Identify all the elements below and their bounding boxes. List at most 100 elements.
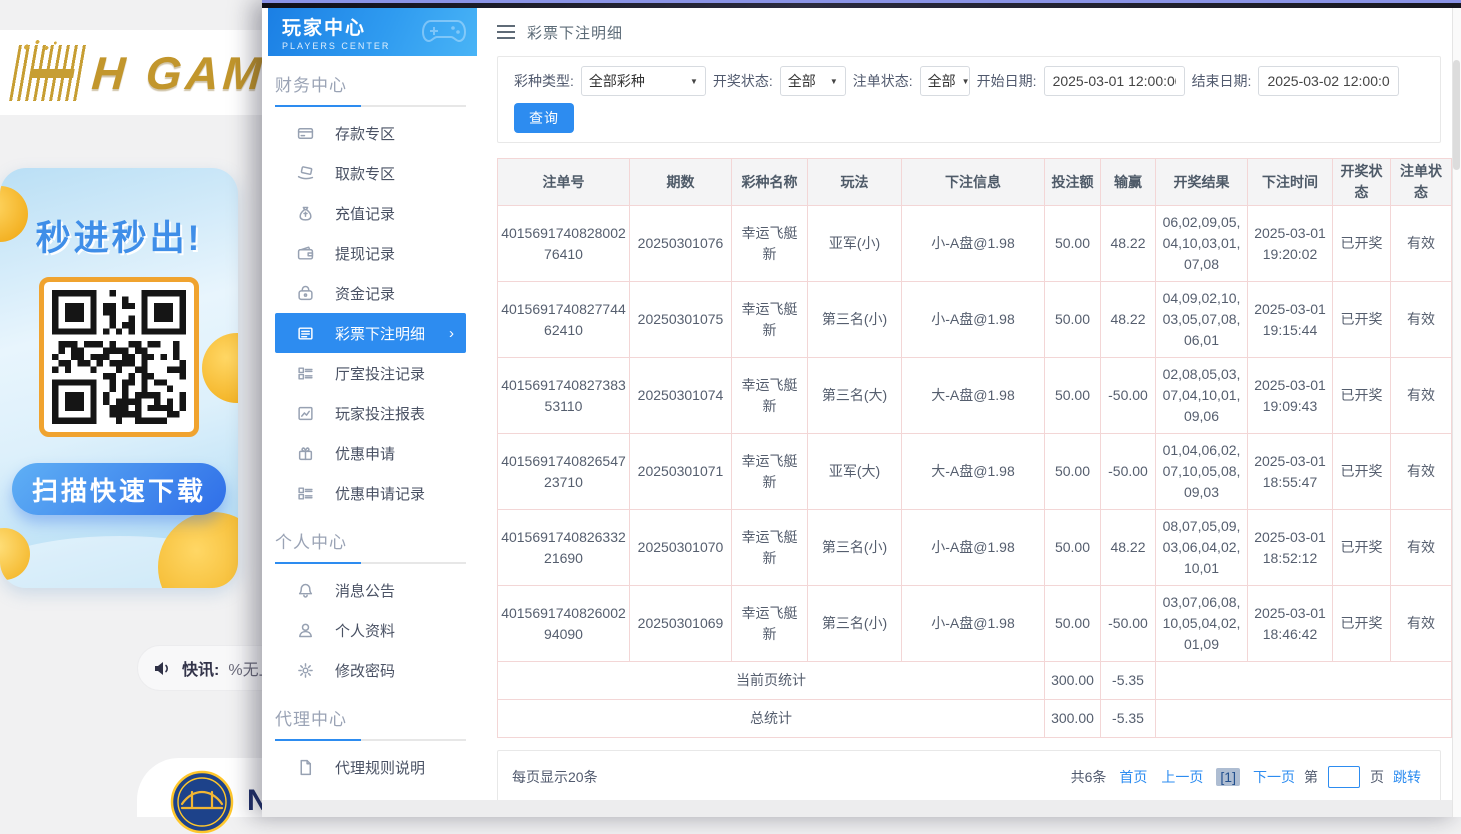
qr-code bbox=[39, 277, 199, 437]
end-date-label: 结束日期: bbox=[1192, 71, 1252, 91]
search-button[interactable]: 查询 bbox=[514, 103, 574, 133]
sidebar-item-purse[interactable]: 资金记录 bbox=[275, 273, 466, 313]
sidebar-section-title: 代理中心 bbox=[275, 705, 466, 730]
money-bag-icon bbox=[297, 205, 314, 222]
sidebar: 玩家中心 PLAYERS CENTER 财务中心存款专区取款专区充值记录提现记录… bbox=[262, 8, 477, 800]
bet-cell: 已开奖 bbox=[1333, 434, 1391, 510]
bet-cell: 有效 bbox=[1391, 586, 1452, 662]
draw-status-select[interactable]: 全部 ▼ bbox=[780, 66, 846, 96]
bet-cell: 2025-03-01 19:15:44 bbox=[1248, 282, 1333, 358]
summary-bet-total: 300.00 bbox=[1045, 700, 1101, 738]
purse-icon bbox=[297, 285, 314, 302]
bet-cell: 50.00 bbox=[1045, 358, 1101, 434]
sidebar-item-money-bag[interactable]: 充值记录 bbox=[275, 193, 466, 233]
content-topbar: 彩票下注明细 bbox=[497, 8, 1441, 56]
bet-cell: 亚军(小) bbox=[808, 206, 902, 282]
summary-row: 当前页统计300.00-5.35 bbox=[498, 662, 1452, 700]
bet-status-select[interactable]: 全部 ▼ bbox=[920, 66, 970, 96]
summary-row: 总统计300.00-5.35 bbox=[498, 700, 1452, 738]
summary-empty bbox=[1156, 700, 1452, 738]
bet-cell: 48.22 bbox=[1101, 282, 1156, 358]
gear-icon bbox=[297, 662, 314, 679]
sidebar-item-hall-list[interactable]: 厅室投注记录 bbox=[275, 353, 466, 393]
sidebar-item-document[interactable]: 代理规则说明 bbox=[275, 747, 466, 787]
wallet-icon bbox=[297, 245, 314, 262]
prev-page-link[interactable]: 上一页 bbox=[1161, 767, 1203, 787]
bet-cell: 已开奖 bbox=[1333, 206, 1391, 282]
sidebar-item-bet-list[interactable]: 彩票下注明细› bbox=[275, 313, 466, 353]
sidebar-section-title: 个人中心 bbox=[275, 528, 466, 553]
start-date-input[interactable] bbox=[1044, 66, 1185, 96]
column-header: 注单号 bbox=[498, 159, 630, 206]
sidebar-item-label: 消息公告 bbox=[335, 580, 395, 601]
bet-cell: 401569174082633221690 bbox=[498, 510, 630, 586]
bet-cell: 20250301070 bbox=[630, 510, 732, 586]
promo-list-icon bbox=[297, 485, 314, 502]
current-page-badge: [1] bbox=[1216, 768, 1240, 786]
menu-toggle-icon[interactable] bbox=[497, 25, 515, 39]
sidebar-item-label: 存款专区 bbox=[335, 123, 395, 144]
sidebar-item-newspaper[interactable]: 代理团队统计 bbox=[275, 787, 466, 800]
top-band bbox=[262, 0, 1461, 8]
bet-cell: 02,08,05,03,07,04,10,01,09,06 bbox=[1156, 358, 1248, 434]
bet-cell: 幸运飞艇新 bbox=[732, 510, 808, 586]
jump-page-input[interactable] bbox=[1328, 766, 1360, 788]
bet-cell: 有效 bbox=[1391, 206, 1452, 282]
chevron-down-icon: ▼ bbox=[830, 77, 838, 86]
bet-cell: 20250301076 bbox=[630, 206, 732, 282]
bet-row: 40156917408263322169020250301070幸运飞艇新第三名… bbox=[498, 510, 1452, 586]
total-count: 共6条 bbox=[1071, 767, 1107, 787]
hall-list-icon bbox=[297, 365, 314, 382]
bet-cell: 401569174082774462410 bbox=[498, 282, 630, 358]
summary-winloss-total: -5.35 bbox=[1101, 700, 1156, 738]
bet-cell: 小-A盘@1.98 bbox=[902, 282, 1045, 358]
bet-cell: 50.00 bbox=[1045, 206, 1101, 282]
bet-cell: 有效 bbox=[1391, 358, 1452, 434]
column-header: 输赢 bbox=[1101, 159, 1156, 206]
sidebar-item-deposit-card[interactable]: 存款专区 bbox=[275, 113, 466, 153]
bet-row: 40156917408280027641020250301076幸运飞艇新亚军(… bbox=[498, 206, 1452, 282]
scrollbar-thumb[interactable] bbox=[1453, 60, 1460, 170]
sidebar-item-withdraw-hand[interactable]: 取款专区 bbox=[275, 153, 466, 193]
next-page-link[interactable]: 下一页 bbox=[1253, 767, 1295, 787]
bet-cell: 亚军(大) bbox=[808, 434, 902, 510]
bridge-team-logo bbox=[170, 770, 234, 834]
sidebar-item-label: 厅室投注记录 bbox=[335, 363, 425, 384]
sidebar-item-gift[interactable]: 优惠申请 bbox=[275, 433, 466, 473]
download-button[interactable]: 扫描快速下载 bbox=[12, 463, 226, 515]
sidebar-item-label: 提现记录 bbox=[335, 243, 395, 264]
chevron-down-icon: ▼ bbox=[962, 77, 970, 86]
decor-gold-circle bbox=[202, 333, 238, 403]
bet-row: 40156917408260029409020250301069幸运飞艇新第三名… bbox=[498, 586, 1452, 662]
sidebar-item-gear[interactable]: 修改密码 bbox=[275, 650, 466, 690]
jump-link[interactable]: 跳转 bbox=[1393, 767, 1421, 787]
bet-cell: 已开奖 bbox=[1333, 510, 1391, 586]
sidebar-item-label: 取款专区 bbox=[335, 163, 395, 184]
first-page-link[interactable]: 首页 bbox=[1119, 767, 1147, 787]
sidebar-item-label: 个人资料 bbox=[335, 620, 395, 641]
lottery-type-label: 彩种类型: bbox=[514, 71, 574, 91]
summary-empty bbox=[1156, 662, 1452, 700]
bet-cell: 20250301071 bbox=[630, 434, 732, 510]
person-icon bbox=[297, 622, 314, 639]
sidebar-item-person[interactable]: 个人资料 bbox=[275, 610, 466, 650]
bet-cell: 01,04,06,02,07,10,05,08,09,03 bbox=[1156, 434, 1248, 510]
sidebar-item-bell[interactable]: 消息公告 bbox=[275, 570, 466, 610]
bet-cell: 第三名(大) bbox=[808, 358, 902, 434]
content-area: 彩票下注明细 彩种类型: 全部彩种 ▼ 开奖状态: 全部 ▼ 注单状态: bbox=[477, 8, 1461, 800]
sidebar-item-label: 资金记录 bbox=[335, 283, 395, 304]
bet-cell: -50.00 bbox=[1101, 586, 1156, 662]
bet-cell: 06,02,09,05,04,10,03,01,07,08 bbox=[1156, 206, 1248, 282]
scrollbar[interactable] bbox=[1452, 8, 1461, 817]
qr-code-image bbox=[52, 290, 186, 424]
sidebar-item-promo-list[interactable]: 优惠申请记录 bbox=[275, 473, 466, 513]
bet-cell: 小-A盘@1.98 bbox=[902, 586, 1045, 662]
document-icon bbox=[297, 759, 314, 776]
chevron-down-icon: ▼ bbox=[690, 77, 698, 86]
sidebar-item-report-chart[interactable]: 玩家投注报表 bbox=[275, 393, 466, 433]
end-date-input[interactable] bbox=[1258, 66, 1399, 96]
lottery-type-select[interactable]: 全部彩种 ▼ bbox=[581, 66, 706, 96]
bet-cell: 2025-03-01 19:09:43 bbox=[1248, 358, 1333, 434]
sidebar-item-wallet[interactable]: 提现记录 bbox=[275, 233, 466, 273]
bet-cell: 50.00 bbox=[1045, 282, 1101, 358]
